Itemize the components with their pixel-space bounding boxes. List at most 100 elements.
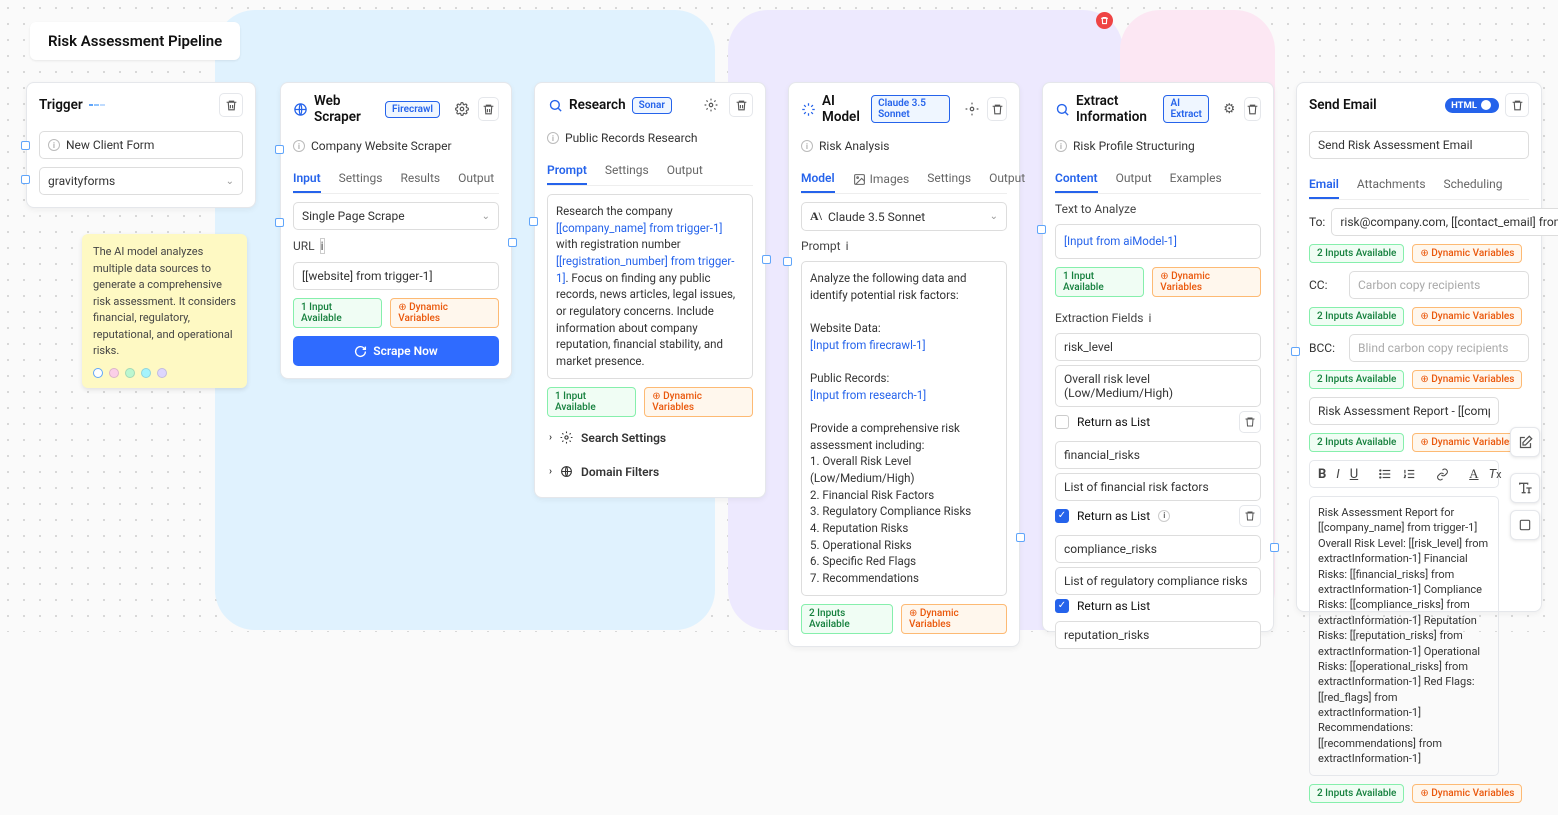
pipeline-notification-badge[interactable] [1096,12,1113,29]
scraper-card[interactable]: Web Scraper Firecrawl iCompany Website S… [280,82,512,379]
dynamic-variables-chip[interactable]: ⊕ Dynamic Variables [901,604,1007,634]
tab-output[interactable]: Output [458,165,494,193]
email-subtitle[interactable]: Send Risk Assessment Email [1309,131,1529,159]
email-card[interactable]: Send Email HTML Send Risk Assessment Ema… [1296,82,1542,612]
return-as-list-checkbox[interactable] [1055,599,1069,613]
note-color-picker[interactable] [93,368,236,378]
tab-output[interactable]: Output [1116,165,1152,193]
delete-button[interactable] [1505,93,1529,117]
chevron-down-icon: ⌄ [990,211,998,222]
field-delete-button[interactable] [1239,411,1261,433]
email-body-editor[interactable]: Risk Assessment Report for [[company_nam… [1309,496,1499,776]
field-name-input[interactable]: compliance_risks [1055,535,1261,563]
font-size-button[interactable] [1510,473,1540,503]
tab-scheduling[interactable]: Scheduling [1444,171,1503,199]
trigger-form-select[interactable]: iNew Client Form [39,131,243,159]
tab-settings[interactable]: Settings [605,157,649,185]
tab-examples[interactable]: Examples [1170,165,1222,193]
return-as-list-checkbox[interactable] [1055,415,1069,429]
field-desc-input[interactable]: Overall risk level (Low/Medium/High) [1055,365,1261,407]
dynamic-variables-chip[interactable]: ⊕ Dynamic Variables [1412,244,1522,263]
tab-attachments[interactable]: Attachments [1357,171,1426,199]
tab-images[interactable]: Images [853,165,910,193]
dynamic-variables-chip[interactable]: ⊕ Dynamic Variables [390,298,499,328]
ai-model-card[interactable]: AI Model Claude 3.5 Sonnet iRisk Analysi… [788,82,1020,647]
delete-button[interactable] [729,93,753,117]
chevron-down-icon: ⌄ [482,211,490,222]
list-ul-icon[interactable] [1378,465,1392,483]
list-ol-icon[interactable] [1402,465,1416,483]
extract-field: financial_risks List of financial risk f… [1055,441,1261,527]
research-card[interactable]: Research Sonar iPublic Records Research … [534,82,766,498]
trigger-card[interactable]: Trigger iNew Client Form gravityforms ⌄ [26,82,256,208]
field-desc-input[interactable]: List of regulatory compliance risks [1055,567,1261,595]
font-color-icon[interactable]: A [1469,465,1478,483]
underline-icon[interactable]: U [1350,465,1358,483]
delete-button[interactable] [1244,97,1261,121]
pipeline-title: Risk Assessment Pipeline [48,32,222,50]
search-settings-expander[interactable]: › Search Settings [547,425,753,451]
italic-icon[interactable]: I [1336,465,1339,483]
email-tabs[interactable]: Email Attachments Scheduling [1309,171,1529,200]
model-select[interactable]: A\Claude 3.5 Sonnet ⌄ [801,202,1007,231]
inputs-available-chip: 1 Input Available [547,387,636,417]
globe-icon [293,101,308,117]
html-toggle[interactable]: HTML [1445,98,1499,113]
settings-button[interactable]: ⚙ [1221,97,1238,121]
inputs-available-chip: 1 Input Available [1055,267,1144,297]
email-subject-input[interactable]: Risk Assessment Report - [[company_name]… [1309,397,1499,425]
trigger-title: Trigger [39,97,83,113]
field-name-input[interactable]: risk_level [1055,333,1261,361]
field-name-input[interactable]: financial_risks [1055,441,1261,469]
expand-body-button[interactable] [1510,510,1540,540]
extract-card[interactable]: Extract Information AI Extract ⚙ iRisk P… [1042,82,1274,632]
scrape-type-select[interactable]: Single Page Scrape ⌄ [293,202,499,230]
extract-tabs[interactable]: Content Output Examples [1055,165,1261,194]
research-tabs[interactable]: Prompt Settings Output [547,157,753,186]
settings-button[interactable] [699,93,723,117]
tab-email[interactable]: Email [1309,171,1339,199]
trigger-connector-select[interactable]: gravityforms ⌄ [39,167,243,195]
tab-settings[interactable]: Settings [339,165,383,193]
text-to-analyze[interactable]: [Input from aiModel-1] [1055,224,1261,259]
domain-filters-expander[interactable]: › Domain Filters [547,459,753,485]
field-delete-button[interactable] [1239,505,1261,527]
delete-button[interactable] [478,97,499,121]
trigger-loading-indicator [89,104,105,106]
settings-button[interactable] [962,97,981,121]
tab-output[interactable]: Output [667,157,703,185]
tab-prompt[interactable]: Prompt [547,157,587,185]
scraper-tabs[interactable]: Input Settings Results Output [293,165,499,194]
email-bcc-input[interactable] [1349,334,1529,362]
return-as-list-checkbox[interactable] [1055,509,1069,523]
url-input[interactable]: [[website] from trigger-1] [293,262,499,290]
rich-text-toolbar[interactable]: B I U A Tx [1309,460,1499,488]
sticky-note[interactable]: The AI model analyzes multiple data sour… [82,234,247,388]
email-to-input[interactable]: risk@company.com, [[contact_email] from … [1331,208,1558,236]
dynamic-variables-chip[interactable]: ⊕ Dynamic Variables [1152,267,1261,297]
email-cc-input[interactable] [1349,271,1529,299]
magnifier-icon [1055,101,1070,117]
tab-results[interactable]: Results [400,165,440,193]
bold-icon[interactable]: B [1318,465,1326,483]
link-icon[interactable] [1436,465,1449,483]
tab-input[interactable]: Input [293,165,321,193]
clear-format-icon[interactable]: Tx [1489,465,1502,483]
delete-button[interactable] [219,93,243,117]
tab-settings[interactable]: Settings [927,165,971,193]
ai-model-tabs[interactable]: Model Images Settings Output [801,165,1007,194]
tab-output[interactable]: Output [989,165,1025,193]
field-name-input[interactable]: reputation_risks [1055,621,1261,649]
field-desc-input[interactable]: List of financial risk factors [1055,473,1261,501]
edit-subject-button[interactable] [1510,427,1540,457]
research-prompt-text[interactable]: Research the company [[company_name] fro… [547,194,753,379]
tab-model[interactable]: Model [801,165,835,193]
sparkle-icon [801,101,816,117]
dynamic-variables-chip[interactable]: ⊕ Dynamic Variables [644,387,753,417]
settings-button[interactable] [452,97,472,121]
tab-content[interactable]: Content [1055,165,1098,193]
scrape-now-button[interactable]: Scrape Now [293,336,499,366]
ai-model-badge: Claude 3.5 Sonnet [871,95,950,123]
delete-button[interactable] [987,97,1007,121]
ai-prompt-text[interactable]: Analyze the following data and identify … [801,261,1007,596]
